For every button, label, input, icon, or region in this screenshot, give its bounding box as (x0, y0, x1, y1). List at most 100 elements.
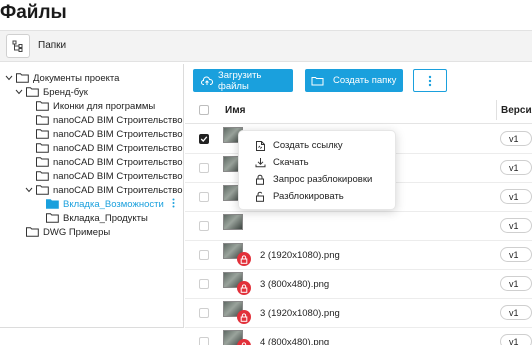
version-badge[interactable]: v1 (500, 189, 532, 204)
tree-item[interactable]: Бренд-бук (14, 85, 88, 99)
row-checkbox[interactable] (199, 279, 209, 289)
row-checkbox[interactable] (199, 337, 209, 345)
context-menu-item[interactable]: Запрос разблокировки (239, 171, 397, 188)
tree-item-label: Документы проекта (33, 72, 120, 84)
chevron-down-icon[interactable] (4, 75, 14, 81)
row-checkbox[interactable] (199, 163, 209, 173)
table-row[interactable]: v1 (185, 212, 532, 241)
create-folder-label: Создать папку (333, 75, 397, 86)
checkmark-icon (200, 136, 208, 142)
table-header: Имя Версия (185, 96, 532, 124)
version-badge[interactable]: v1 (500, 218, 532, 233)
chevron-down-icon[interactable] (14, 89, 24, 95)
row-checkbox[interactable] (199, 134, 209, 144)
version-badge[interactable]: v1 (500, 247, 532, 262)
tree-item-label: nanoCAD BIM Строительство. (53, 184, 184, 196)
row-checkbox[interactable] (199, 308, 209, 318)
context-menu-item-label: Запрос разблокировки (273, 174, 373, 185)
version-badge[interactable]: v1 (500, 160, 532, 175)
folder-plus-icon (311, 76, 324, 86)
create-folder-button[interactable]: Создать папку (305, 69, 403, 92)
lock-icon (237, 310, 251, 324)
folder-icon (36, 143, 49, 153)
file-actions-bar: Загрузить файлы Создать папку (186, 64, 532, 96)
column-header-version[interactable]: Версия (501, 105, 532, 116)
upload-files-label: Загрузить файлы (218, 69, 262, 92)
column-divider[interactable] (496, 100, 497, 120)
tree-item[interactable]: nanoCAD BIM Строительство. (24, 127, 184, 141)
context-menu-item[interactable]: Разблокировать (239, 188, 397, 205)
tree-item[interactable]: nanoCAD BIM Строительство. (24, 155, 184, 169)
tree-item-label: nanoCAD BIM Строительство. (53, 142, 184, 154)
tree-item[interactable]: nanoCAD BIM Строительство. (24, 141, 184, 155)
folder-icon (36, 129, 49, 139)
tree-item-label: DWG Примеры (43, 226, 111, 238)
context-menu-item-label: Разблокировать (273, 191, 344, 202)
tree-item[interactable]: Документы проекта (4, 71, 119, 85)
folder-icon (36, 185, 49, 195)
file-thumbnail[interactable] (223, 214, 243, 230)
tree-item-label: nanoCAD BIM Строительство. (53, 156, 184, 168)
toolbar: Папки (0, 30, 532, 62)
download-icon (253, 157, 267, 168)
table-row[interactable]: 3 (800x480).png v1 (185, 270, 532, 299)
folder-icon (36, 157, 49, 167)
select-all-checkbox[interactable] (199, 105, 209, 115)
tree-item[interactable]: nanoCAD BIM Строительство. (24, 113, 184, 127)
table-row[interactable]: 4 (800x480).png v1 (185, 328, 532, 345)
tree-item-label: Бренд-бук (43, 86, 88, 98)
folder-tree-toggle-button[interactable] (6, 34, 30, 58)
version-badge[interactable]: v1 (500, 305, 532, 320)
table-row[interactable]: 3 (1920x1080).png v1 (185, 299, 532, 328)
tree-item[interactable]: Вкладка_Возможности (34, 197, 175, 211)
more-actions-button[interactable] (413, 69, 447, 92)
folder-icon (46, 213, 59, 223)
tree-item-label: Вкладка_Продукты (63, 212, 148, 224)
cloud-upload-icon (201, 75, 213, 86)
folder-icon (36, 171, 49, 181)
tree-item-label: nanoCAD BIM Строительство. (53, 170, 184, 182)
tree-item-label: Вкладка_Возможности (63, 198, 164, 210)
folder-icon (36, 115, 49, 125)
unlock-icon (253, 191, 267, 202)
file-name[interactable]: 2 (1920x1080).png (260, 250, 340, 261)
tree-item-label: nanoCAD BIM Строительство. (53, 114, 184, 126)
row-checkbox[interactable] (199, 221, 209, 231)
context-menu-item[interactable]: Скачать (239, 154, 397, 171)
tree-item[interactable]: Иконки для программы (24, 99, 155, 113)
kebab-icon[interactable] (172, 198, 175, 211)
version-badge[interactable]: v1 (500, 131, 532, 146)
tree-item[interactable]: DWG Примеры (14, 225, 110, 239)
context-menu: Создать ссылку Скачать Запрос разблокировк… (238, 130, 396, 210)
folder-icon (36, 101, 49, 111)
row-checkbox[interactable] (199, 250, 209, 260)
column-header-name[interactable]: Имя (225, 105, 245, 116)
lock-icon (237, 281, 251, 295)
version-badge[interactable]: v1 (500, 276, 532, 291)
version-badge[interactable]: v1 (500, 334, 532, 345)
tree-icon (12, 40, 23, 52)
row-checkbox[interactable] (199, 192, 209, 202)
tree-item[interactable]: nanoCAD BIM Строительство. (24, 183, 184, 197)
context-menu-item[interactable]: Создать ссылку (239, 137, 397, 154)
tree-item[interactable]: nanoCAD BIM Строительство. (24, 169, 184, 183)
page-title: Файлы (0, 2, 67, 23)
table-row[interactable]: 2 (1920x1080).png v1 (185, 241, 532, 270)
tree-item-label: Иконки для программы (53, 100, 156, 112)
chevron-down-icon[interactable] (24, 187, 34, 193)
file-name[interactable]: 3 (800x480).png (260, 279, 329, 290)
upload-files-button[interactable]: Загрузить файлы (193, 69, 293, 92)
lock-icon (237, 339, 251, 345)
context-menu-item-label: Создать ссылку (273, 140, 343, 151)
file-name[interactable]: 4 (800x480).png (260, 337, 329, 345)
folder-icon (26, 227, 39, 237)
folders-label: Папки (38, 40, 67, 51)
folder-icon (16, 73, 29, 83)
tree-item-label: nanoCAD BIM Строительство. (53, 128, 184, 140)
folder-icon (46, 199, 59, 209)
tree-item[interactable]: Вкладка_Продукты (34, 211, 148, 225)
kebab-icon (428, 75, 432, 86)
folder-icon (26, 87, 39, 97)
file-name[interactable]: 3 (1920x1080).png (260, 308, 340, 319)
link-icon (253, 140, 267, 152)
